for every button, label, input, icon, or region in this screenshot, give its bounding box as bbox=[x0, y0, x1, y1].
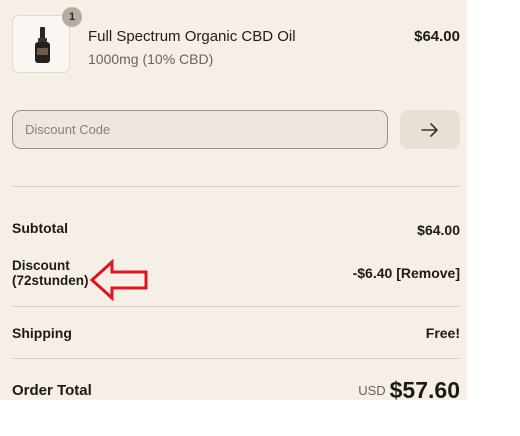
bottle-label bbox=[37, 48, 48, 55]
divider bbox=[12, 186, 460, 187]
shipping-value: Free! bbox=[425, 325, 460, 341]
apply-discount-button[interactable] bbox=[400, 110, 460, 149]
discount-label: Discount (72stunden) bbox=[12, 258, 89, 288]
order-total-label: Order Total bbox=[12, 382, 92, 399]
discount-code-input[interactable] bbox=[12, 110, 388, 149]
discount-label-title: Discount bbox=[12, 258, 70, 273]
shipping-label: Shipping bbox=[12, 325, 72, 341]
arrow-right-icon bbox=[421, 122, 438, 137]
order-total-amount: $57.60 bbox=[389, 377, 460, 403]
product-thumbnail bbox=[12, 15, 70, 73]
divider bbox=[12, 358, 460, 359]
subtotal-label: Subtotal bbox=[12, 220, 68, 236]
order-total: USD $57.60 bbox=[300, 377, 460, 404]
product-variant: 1000mg (10% CBD) bbox=[88, 51, 214, 67]
product-price: $64.00 bbox=[414, 28, 460, 45]
red-arrow-left-icon bbox=[89, 258, 148, 302]
remove-discount-link[interactable]: [Remove] bbox=[396, 265, 460, 281]
product-name: Full Spectrum Organic CBD Oil bbox=[88, 28, 296, 45]
currency-code: USD bbox=[358, 383, 386, 398]
divider bbox=[12, 306, 460, 307]
quantity-badge: 1 bbox=[62, 7, 82, 27]
subtotal-value: $64.00 bbox=[417, 222, 460, 238]
discount-amount: -$6.40 bbox=[352, 265, 393, 281]
discount-value-row: -$6.40 [Remove] bbox=[300, 265, 460, 281]
order-summary-panel: 1 Full Spectrum Organic CBD Oil 1000mg (… bbox=[0, 0, 467, 403]
discount-code-name: (72stunden) bbox=[12, 273, 89, 288]
